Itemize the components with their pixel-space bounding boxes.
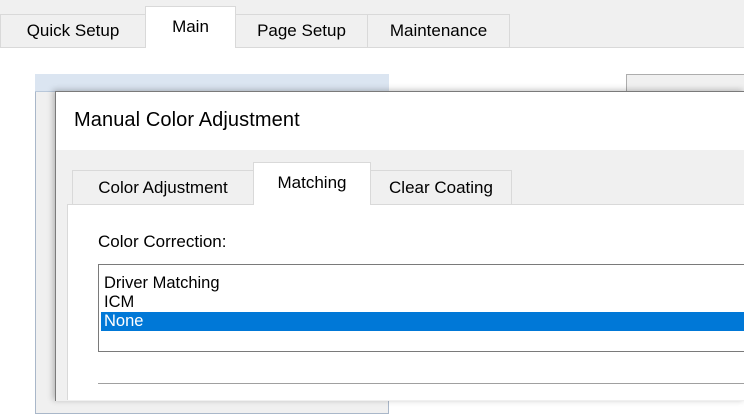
list-item-driver-matching[interactable]: Driver Matching (101, 274, 744, 293)
dialog-title: Manual Color Adjustment (74, 109, 300, 131)
list-item-none[interactable]: None (101, 312, 744, 331)
background-panel-header (35, 74, 389, 92)
list-item-icm[interactable]: ICM (101, 293, 744, 312)
dialog-titlebar: Manual Color Adjustment (56, 92, 744, 150)
tab-clear-coating[interactable]: Clear Coating (370, 170, 512, 204)
color-correction-label: Color Correction: (98, 232, 227, 251)
separator-highlight (98, 384, 744, 385)
tab-main[interactable]: Main (145, 6, 236, 48)
tab-page-setup[interactable]: Page Setup (235, 14, 368, 47)
tab-quick-setup[interactable]: Quick Setup (0, 14, 146, 47)
tab-maintenance[interactable]: Maintenance (367, 14, 510, 47)
driver-tab-strip: Quick Setup Main Page Setup Maintenance (0, 0, 744, 48)
color-correction-listbox[interactable]: Driver Matching ICM None (98, 264, 744, 352)
tab-matching[interactable]: Matching (253, 162, 371, 205)
tab-color-adjustment[interactable]: Color Adjustment (72, 170, 254, 204)
